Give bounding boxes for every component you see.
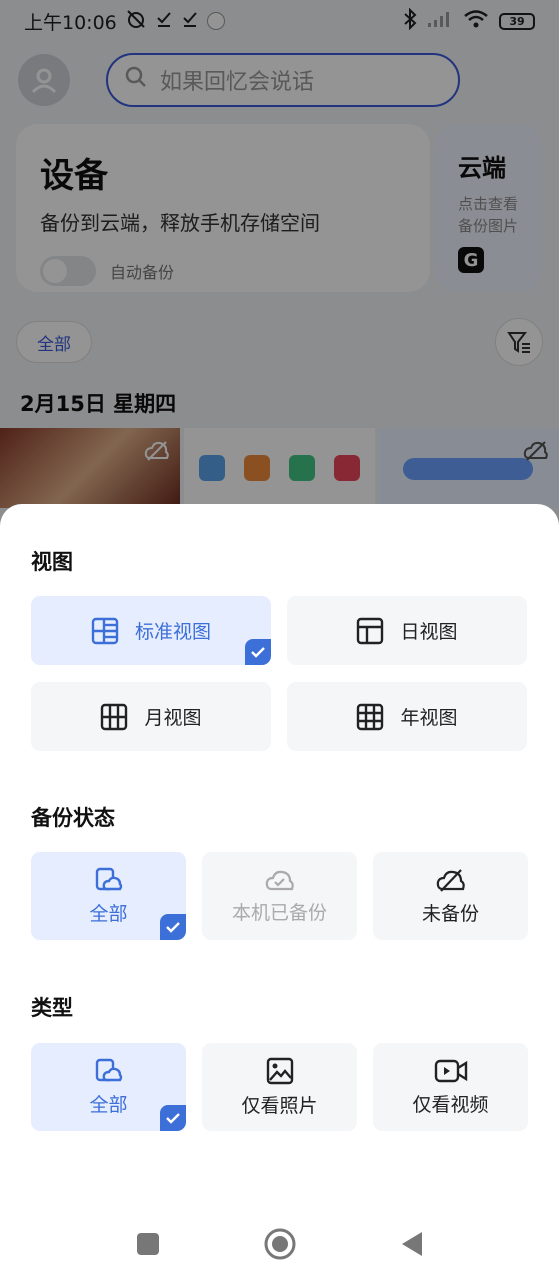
photo-icon	[266, 1057, 294, 1085]
square-icon	[136, 1233, 159, 1255]
view-options-sheet: 视图 标准视图 日视图 月视图 年视图 备份状态 全部 本机已备份 未备份 类型…	[0, 504, 559, 1280]
option-backup-all[interactable]: 全部	[31, 852, 186, 940]
check-icon	[160, 1105, 186, 1131]
option-backed-up[interactable]: 本机已备份	[202, 852, 357, 940]
option-label: 仅看视频	[412, 1093, 489, 1116]
option-label: 全部	[89, 902, 128, 925]
back-button[interactable]	[392, 1224, 432, 1264]
back-triangle-icon	[401, 1232, 422, 1256]
option-label: 仅看照片	[241, 1094, 318, 1117]
cloud-backed-up-icon	[264, 868, 296, 892]
day-view-icon	[356, 617, 384, 645]
not-backed-up-icon	[435, 867, 467, 893]
option-label: 未备份	[421, 902, 479, 925]
recent-apps-button[interactable]	[128, 1224, 168, 1264]
all-icon	[95, 1058, 123, 1084]
option-standard-view[interactable]: 标准视图	[31, 596, 271, 665]
option-label: 全部	[89, 1093, 128, 1116]
check-icon	[245, 639, 271, 665]
home-circle-icon	[264, 1228, 295, 1260]
standard-view-icon	[91, 617, 119, 645]
option-month-view[interactable]: 月视图	[31, 682, 271, 751]
option-photos-only[interactable]: 仅看照片	[202, 1043, 357, 1131]
check-icon	[160, 914, 186, 940]
option-label: 本机已备份	[231, 901, 327, 924]
option-not-backed-up[interactable]: 未备份	[373, 852, 528, 940]
option-day-view[interactable]: 日视图	[287, 596, 527, 665]
type-section-title: 类型	[31, 996, 73, 1020]
view-section-title: 视图	[31, 550, 73, 574]
option-type-all[interactable]: 全部	[31, 1043, 186, 1131]
month-view-icon	[100, 703, 128, 731]
video-icon	[434, 1058, 468, 1084]
year-view-icon	[356, 703, 384, 731]
option-label: 日视图	[400, 621, 458, 643]
option-label: 标准视图	[134, 621, 211, 643]
system-nav-bar	[0, 1212, 559, 1276]
home-button[interactable]	[260, 1224, 300, 1264]
option-label: 月视图	[144, 707, 202, 729]
option-label: 年视图	[400, 707, 458, 729]
all-icon	[95, 867, 123, 893]
backup-section-title: 备份状态	[31, 806, 115, 830]
option-year-view[interactable]: 年视图	[287, 682, 527, 751]
option-videos-only[interactable]: 仅看视频	[373, 1043, 528, 1131]
